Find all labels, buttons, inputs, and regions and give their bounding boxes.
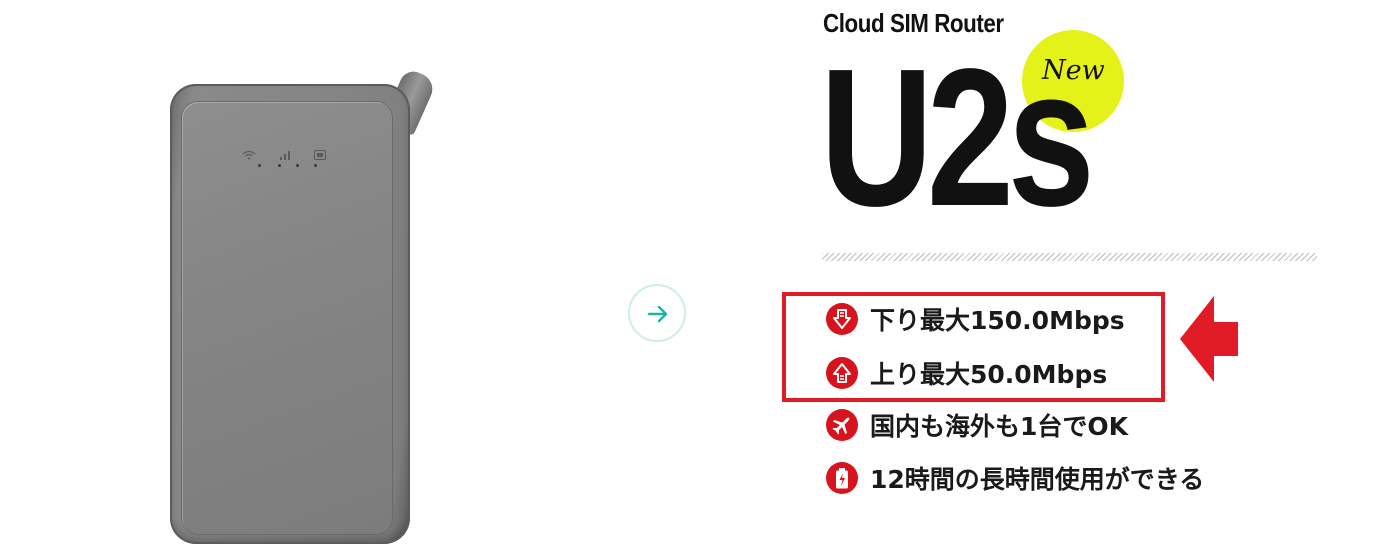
airplane-icon [832,417,850,435]
device-led [258,164,261,167]
feature-upload-speed: 上り最大50.0Mbps [870,360,1108,389]
device-led [296,164,299,167]
wifi-icon [242,150,256,160]
sim-icon [314,150,326,160]
divider [822,253,1317,261]
upload-arrow-icon [833,363,851,383]
device-status-icons [242,150,332,180]
router-device-image [150,62,438,552]
feature-item: 上り最大50.0Mbps [826,354,1107,392]
device-led [278,164,281,167]
signal-icon [280,151,290,160]
feature-battery-life: 12時間の長時間使用ができる [870,465,1205,494]
new-badge-label: New [1042,55,1105,86]
feature-item: 12時間の長時間使用ができる [826,459,1204,497]
feature-download-speed: 下り最大150.0Mbps [870,306,1125,335]
pointer-arrow-icon [1180,296,1238,382]
device-led [314,164,317,167]
battery-icon [836,468,848,489]
feature-item: 下り最大150.0Mbps [826,300,1125,338]
download-arrow-icon [833,309,851,329]
feature-global-use: 国内も海外も1台でOK [870,412,1129,441]
arrow-right-icon [647,305,668,323]
feature-item: 国内も海外も1台でOK [826,406,1128,444]
next-button[interactable] [628,284,686,342]
